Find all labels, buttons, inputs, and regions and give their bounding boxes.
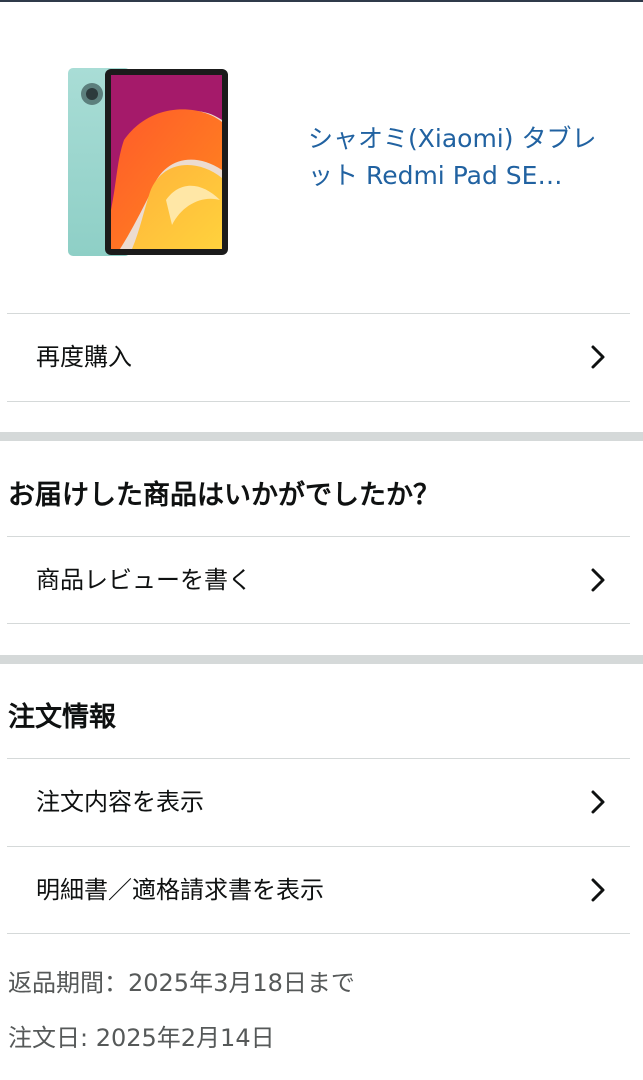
- order-date-text: 注文日: 2025年2月14日: [8, 1024, 275, 1052]
- divider: [7, 401, 630, 402]
- chevron-right-icon: [591, 345, 605, 369]
- section-separator: [0, 432, 643, 441]
- write-review-label: 商品レビューを書く: [36, 566, 252, 594]
- chevron-right-icon: [591, 878, 605, 902]
- product-summary[interactable]: シャオミ(Xiaomi) タブレット Redmi Pad SE 4GB+128G…: [0, 2, 643, 314]
- return-period-text: 返品期間：2025年3月18日まで: [8, 969, 355, 997]
- chevron-right-icon: [591, 790, 605, 814]
- section-separator: [0, 655, 643, 664]
- view-invoice-label: 明細書／適格請求書を表示: [36, 876, 324, 904]
- tablet-product-image[interactable]: [62, 60, 232, 265]
- divider: [7, 623, 630, 624]
- review-section-heading: お届けした商品はいかがでしたか？: [8, 480, 440, 511]
- view-order-label: 注文内容を表示: [36, 788, 204, 816]
- product-title-link[interactable]: シャオミ(Xiaomi) タブレット Redmi Pad SE 4GB+128G…: [308, 120, 618, 194]
- write-review-row[interactable]: 商品レビューを書く: [0, 537, 643, 623]
- buy-again-row[interactable]: 再度購入: [0, 314, 643, 400]
- buy-again-label: 再度購入: [36, 343, 132, 371]
- order-info-heading: 注文情報: [8, 702, 116, 733]
- divider: [7, 933, 630, 934]
- chevron-right-icon: [591, 568, 605, 592]
- view-order-row[interactable]: 注文内容を表示: [0, 759, 643, 845]
- view-invoice-row[interactable]: 明細書／適格請求書を表示: [0, 847, 643, 933]
